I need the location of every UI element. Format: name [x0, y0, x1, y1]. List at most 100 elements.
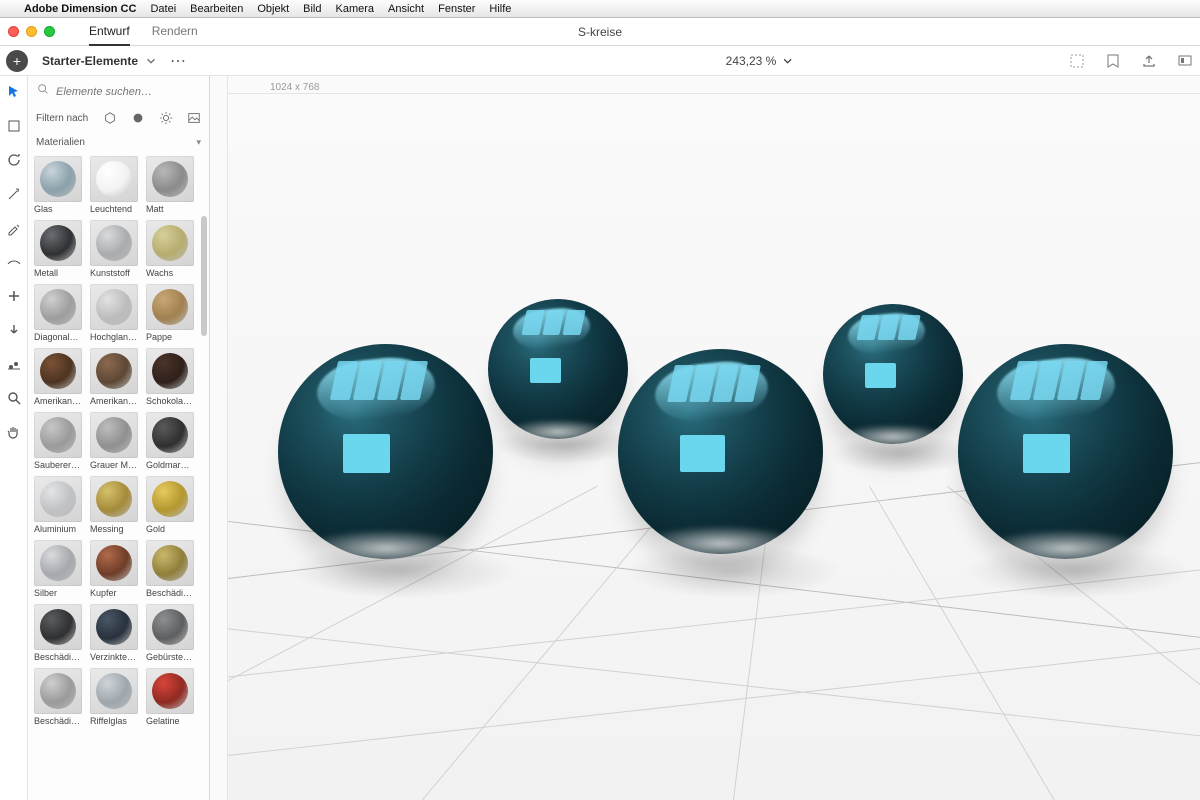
menu-bearbeiten[interactable]: Bearbeiten — [190, 3, 243, 15]
material-label: Gebürstet… — [146, 652, 194, 662]
material-preview-icon — [40, 225, 76, 261]
material-item[interactable]: Beschädig… — [34, 604, 82, 662]
material-item[interactable]: Beschädig… — [146, 540, 194, 598]
close-window-button[interactable] — [8, 26, 19, 37]
material-item[interactable]: Pappe — [146, 284, 194, 342]
material-item[interactable]: Glas — [34, 156, 82, 214]
share-button[interactable] — [1140, 52, 1158, 70]
move-down-tool[interactable] — [4, 320, 24, 340]
material-item[interactable]: Grauer M… — [90, 412, 138, 470]
tab-render[interactable]: Rendern — [152, 18, 198, 46]
material-item[interactable]: Riffelglas — [90, 668, 138, 726]
material-item[interactable]: Gold — [146, 476, 194, 534]
material-item[interactable]: Leuchtend — [90, 156, 138, 214]
select-tool[interactable] — [4, 82, 24, 102]
material-item[interactable]: Kunststoff — [90, 220, 138, 278]
maximize-window-button[interactable] — [44, 26, 55, 37]
assets-panel: Filtern nach Materialien ▾ GlasLeuchtend… — [28, 76, 210, 800]
material-label: Hochglan… — [90, 332, 138, 342]
canvas[interactable]: 1024 x 768 — [210, 76, 1200, 800]
material-label: Gold — [146, 524, 194, 534]
material-preview-icon — [152, 673, 188, 709]
material-item[interactable]: Schokola… — [146, 348, 194, 406]
menu-kamera[interactable]: Kamera — [336, 3, 375, 15]
material-item[interactable]: Goldmar… — [146, 412, 194, 470]
sampler-tool[interactable] — [4, 218, 24, 238]
material-preview-icon — [40, 481, 76, 517]
add-tool[interactable] — [4, 286, 24, 306]
zoom-tool[interactable] — [4, 388, 24, 408]
viewport[interactable] — [228, 94, 1200, 800]
material-preview-icon — [152, 545, 188, 581]
ruler-horizontal — [210, 76, 1200, 94]
material-item[interactable]: Metall — [34, 220, 82, 278]
material-preview-icon — [152, 161, 188, 197]
material-item[interactable]: Gebürstet… — [146, 604, 194, 662]
assets-panel-title: Starter-Elemente — [42, 54, 138, 68]
material-label: Sauberer … — [34, 460, 82, 470]
panel-options-button[interactable]: ⋯ — [158, 51, 200, 71]
assets-panel-dropdown[interactable]: Starter-Elemente — [42, 54, 158, 68]
material-item[interactable]: Verzinkte… — [90, 604, 138, 662]
align-tool[interactable] — [4, 354, 24, 374]
material-item[interactable]: Beschädig… — [34, 668, 82, 726]
material-item[interactable]: Silber — [34, 540, 82, 598]
orbit-tool[interactable] — [4, 150, 24, 170]
filter-label: Filtern nach — [36, 113, 88, 124]
filter-materials-icon[interactable] — [131, 111, 145, 125]
filter-images-icon[interactable] — [187, 111, 201, 125]
material-item[interactable]: Sauberer … — [34, 412, 82, 470]
menu-fenster[interactable]: Fenster — [438, 3, 475, 15]
material-preview-icon — [96, 545, 132, 581]
material-preview-icon — [96, 609, 132, 645]
material-label: Amerikan… — [90, 396, 138, 406]
material-item[interactable]: Kupfer — [90, 540, 138, 598]
material-item[interactable]: Gelatine — [146, 668, 194, 726]
material-preview-icon — [152, 289, 188, 325]
tab-design[interactable]: Entwurf — [89, 18, 130, 46]
material-label: Schokola… — [146, 396, 194, 406]
search-input[interactable] — [56, 86, 201, 98]
material-item[interactable]: Messing — [90, 476, 138, 534]
filter-row: Filtern nach — [28, 107, 209, 133]
filter-lights-icon[interactable] — [159, 111, 173, 125]
panel-scrollbar[interactable] — [201, 216, 207, 336]
sphere-object[interactable] — [618, 349, 823, 554]
material-label: Beschädig… — [34, 716, 82, 726]
sphere-object[interactable] — [278, 344, 493, 559]
material-preview-icon — [96, 289, 132, 325]
app-name[interactable]: Adobe Dimension CC — [24, 3, 136, 15]
filter-models-icon[interactable] — [103, 111, 117, 125]
material-item[interactable]: Wachs — [146, 220, 194, 278]
view-bounds-toggle[interactable] — [1068, 52, 1086, 70]
add-asset-button[interactable]: + — [6, 50, 28, 72]
menu-objekt[interactable]: Objekt — [257, 3, 289, 15]
material-item[interactable]: Hochglan… — [90, 284, 138, 342]
minimize-window-button[interactable] — [26, 26, 37, 37]
material-label: Beschädig… — [34, 652, 82, 662]
sphere-object[interactable] — [488, 299, 628, 439]
sphere-object[interactable] — [958, 344, 1173, 559]
section-materials-header[interactable]: Materialien ▾ — [28, 133, 209, 152]
material-item[interactable]: Matt — [146, 156, 194, 214]
material-preview-icon — [152, 417, 188, 453]
material-item[interactable]: Aluminium — [34, 476, 82, 534]
menu-ansicht[interactable]: Ansicht — [388, 3, 424, 15]
magic-wand-tool[interactable] — [4, 184, 24, 204]
zoom-dropdown[interactable]: 243,23 % — [406, 54, 795, 68]
menu-bild[interactable]: Bild — [303, 3, 321, 15]
material-preview-icon — [40, 609, 76, 645]
sphere-object[interactable] — [823, 304, 963, 444]
material-item[interactable]: Diagonalp… — [34, 284, 82, 342]
material-item[interactable]: Amerikan… — [90, 348, 138, 406]
material-preview-icon — [40, 673, 76, 709]
menu-hilfe[interactable]: Hilfe — [489, 3, 511, 15]
material-item[interactable]: Amerikan… — [34, 348, 82, 406]
material-label: Diagonalp… — [34, 332, 82, 342]
camera-bookmark-button[interactable] — [1104, 52, 1122, 70]
menu-datei[interactable]: Datei — [150, 3, 176, 15]
horizon-tool[interactable] — [4, 252, 24, 272]
render-preview-button[interactable] — [1176, 52, 1194, 70]
pan-tool[interactable] — [4, 422, 24, 442]
select-box-tool[interactable] — [4, 116, 24, 136]
